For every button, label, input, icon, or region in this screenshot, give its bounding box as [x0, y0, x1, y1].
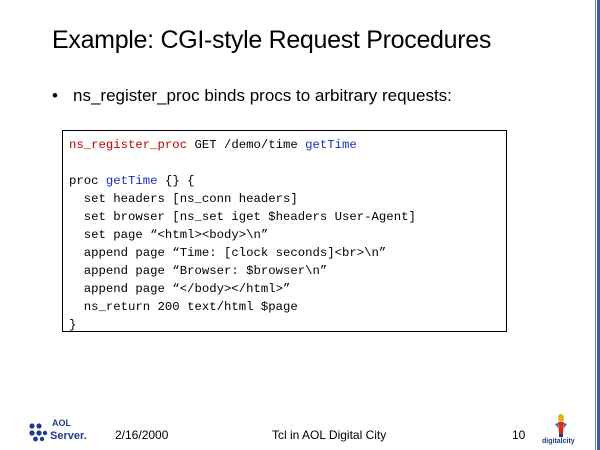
code-line: ns_register_proc GET /demo/time getTime — [69, 136, 506, 154]
aol-logo-text: AOL — [52, 418, 71, 428]
code-line: append page “Time: [clock seconds]<br>\n… — [69, 246, 387, 260]
code-block: ns_register_proc GET /demo/time getTime … — [62, 130, 507, 332]
digitalcity-figure-icon — [555, 414, 567, 437]
code-line: set page “<html><body>\n” — [69, 228, 269, 242]
aol-dots-icon — [29, 423, 48, 442]
code-keyword: proc — [69, 174, 106, 188]
code-line: ns_return 200 text/html $page — [69, 300, 298, 314]
code-line: append page “</body></html>” — [69, 282, 291, 296]
slide-title: Example: CGI-style Request Procedures — [52, 26, 492, 54]
digitalcity-logo: digitalcity — [542, 412, 580, 446]
footer-title: Tcl in AOL Digital City — [272, 428, 387, 442]
code-command: ns_register_proc — [69, 138, 188, 152]
code-line: set browser [ns_set iget $headers User-A… — [69, 210, 416, 224]
bullet-text: ns_register_proc binds procs to arbitrar… — [73, 86, 452, 105]
code-proc-name: getTime — [305, 138, 357, 152]
bullet-marker: • — [52, 86, 58, 105]
code-text: GET /demo/time — [187, 138, 306, 152]
code-line: set headers [ns_conn headers] — [69, 192, 298, 206]
code-line: } — [69, 318, 77, 332]
code-proc-name: getTime — [105, 174, 158, 188]
digitalcity-logo-text: digitalcity — [542, 438, 575, 445]
code-line: append page “Browser: $browser\n” — [69, 264, 328, 278]
aol-server-logo: AOL Server. — [28, 418, 92, 444]
footer-date: 2/16/2000 — [115, 428, 169, 442]
code-text: {} { — [157, 174, 195, 188]
server-logo-text: Server. — [50, 430, 87, 442]
code-line: proc getTime {} { — [69, 172, 506, 190]
page-number: 10 — [512, 428, 526, 442]
